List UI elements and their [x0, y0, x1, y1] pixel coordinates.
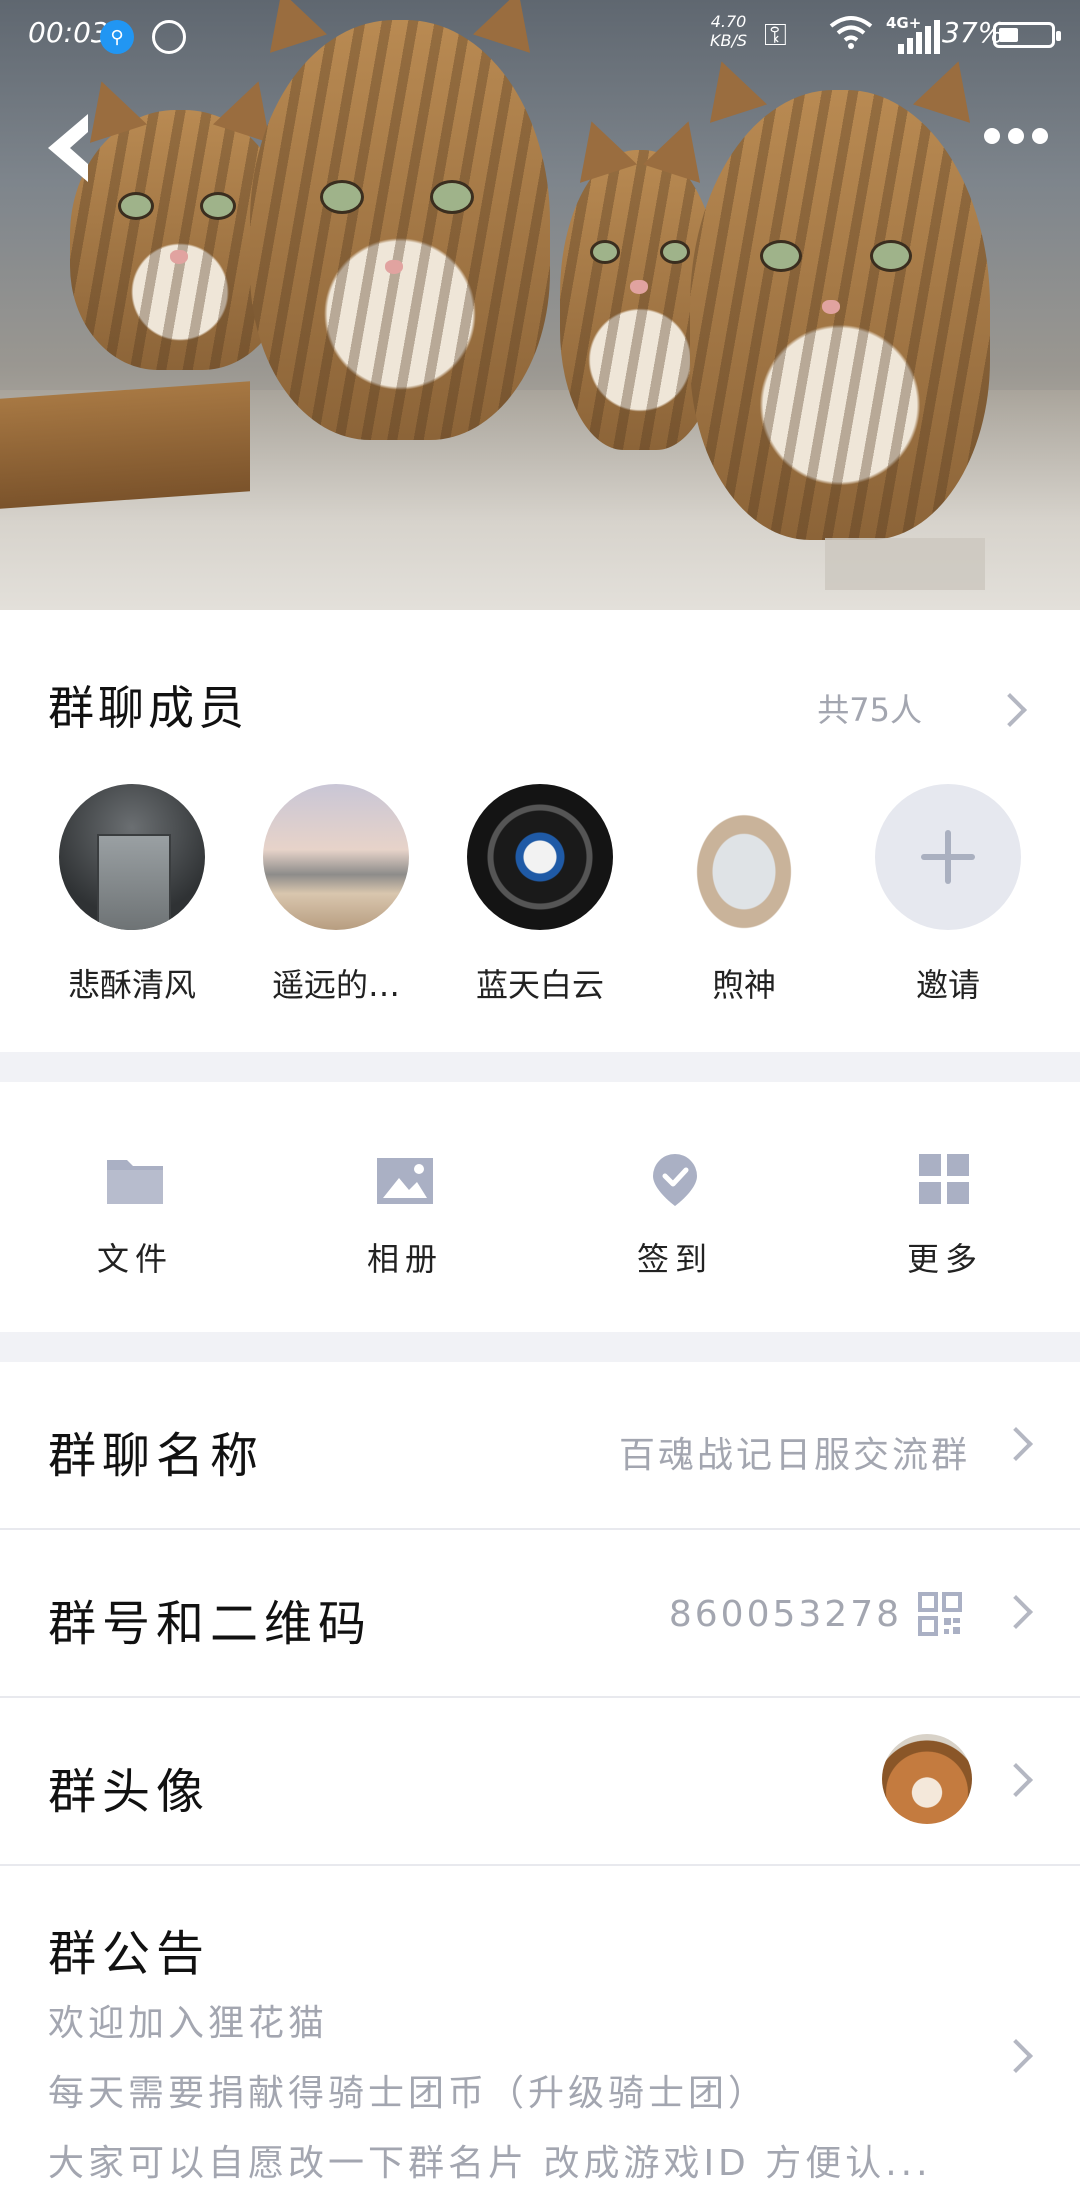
chevron-right-icon [999, 1595, 1033, 1629]
group-name-value: 百魂战记日服交流群 [618, 1435, 970, 1476]
tool-label: 更多 [906, 1240, 983, 1278]
notice-line: 每天需要捐献得骑士团币（升级骑士团） [48, 2073, 769, 2114]
vpn-key-icon: ⚿ [764, 18, 787, 53]
member-item[interactable]: 悲酥清风 [32, 784, 232, 1006]
section-divider [0, 1052, 1080, 1082]
wifi-icon [829, 16, 873, 49]
group-tools: 文件 相册 签到 更多 [0, 1082, 1080, 1332]
member-name: 煦神 [711, 966, 776, 1004]
group-avatar-label: 群头像 [48, 1764, 211, 1820]
members-title: 群聊成员 [48, 681, 248, 735]
cover-watermark-blur [825, 538, 985, 590]
grid-icon [919, 1154, 969, 1204]
section-divider [0, 1332, 1080, 1362]
status-time: 00:03 [28, 16, 109, 49]
avatar [467, 784, 613, 930]
search-notification-icon: ⚲ [100, 20, 134, 54]
chevron-right-icon [999, 2039, 1033, 2073]
cover-cat-2 [250, 0, 550, 440]
notice-line: 欢迎加入狸花猫 [48, 2003, 329, 2044]
more-dot-icon [984, 128, 1000, 144]
more-dot-icon [1032, 128, 1048, 144]
network-speed-unit: KB/S [710, 31, 748, 50]
group-id-value: 860053278 [668, 1594, 902, 1635]
more-options-button[interactable] [984, 128, 1048, 144]
member-item[interactable]: 煦神 [644, 784, 844, 1006]
network-speed: 4.70 KB/S [710, 12, 747, 50]
group-name-label: 群聊名称 [48, 1428, 265, 1484]
group-avatar-row[interactable]: 群头像 [0, 1698, 1080, 1866]
cellular-signal-icon: 4G+ [886, 14, 940, 54]
qr-code-icon[interactable] [918, 1592, 962, 1636]
member-item[interactable]: 蓝天白云 [440, 784, 640, 1006]
folder-icon [107, 1160, 163, 1204]
tool-files[interactable]: 文件 [55, 1152, 215, 1280]
group-avatar-image [882, 1734, 972, 1824]
cover-plank [0, 381, 250, 509]
chevron-right-icon [999, 1427, 1033, 1461]
tool-label: 文件 [96, 1240, 173, 1278]
battery-fill [999, 28, 1018, 42]
member-name: 悲酥清风 [67, 966, 196, 1004]
cover-cat-4 [690, 52, 990, 540]
back-arrow-icon[interactable] [40, 108, 100, 188]
group-notice-label: 群公告 [48, 1926, 211, 1982]
avatar [671, 784, 817, 930]
member-item[interactable]: 遥远的… [236, 784, 436, 1006]
battery-icon [993, 22, 1061, 48]
invite-label: 邀请 [915, 966, 980, 1004]
chevron-right-icon [999, 1763, 1033, 1797]
member-name: 遥远的… [271, 966, 400, 1004]
avatar [263, 784, 409, 930]
sync-notification-icon [152, 20, 186, 54]
add-icon [875, 784, 1021, 930]
group-id-label: 群号和二维码 [48, 1596, 373, 1652]
avatar [59, 784, 205, 930]
group-notice-row[interactable]: 群公告 欢迎加入狸花猫 每天需要捐献得骑士团币（升级骑士团） 大家可以自愿改一下… [0, 1866, 1080, 2184]
group-name-row[interactable]: 群聊名称 百魂战记日服交流群 [0, 1362, 1080, 1530]
group-id-row[interactable]: 群号和二维码 860053278 [0, 1530, 1080, 1698]
tool-album[interactable]: 相册 [325, 1152, 485, 1280]
tool-label: 相册 [366, 1240, 443, 1278]
group-cover-photo[interactable]: 00:03 ⚲ 4.70 KB/S ⚿ 4G+ 37% [0, 0, 1080, 610]
tool-more[interactable]: 更多 [865, 1152, 1025, 1280]
tool-checkin[interactable]: 签到 [595, 1152, 755, 1280]
network-speed-value: 4.70 [710, 12, 747, 31]
more-dot-icon [1008, 128, 1024, 144]
notice-line: 大家可以自愿改一下群名片 改成游戏ID 方便认... [48, 2143, 932, 2184]
members-chevron-icon[interactable] [993, 693, 1027, 727]
status-bar: 00:03 ⚲ 4.70 KB/S ⚿ 4G+ 37% [0, 0, 1080, 70]
checkin-icon [653, 1154, 697, 1206]
member-name: 蓝天白云 [475, 966, 604, 1004]
tool-label: 签到 [636, 1240, 713, 1278]
invite-member-button[interactable]: 邀请 [848, 784, 1048, 1006]
image-icon [377, 1158, 433, 1204]
members-count[interactable]: 共75人 [817, 685, 922, 731]
